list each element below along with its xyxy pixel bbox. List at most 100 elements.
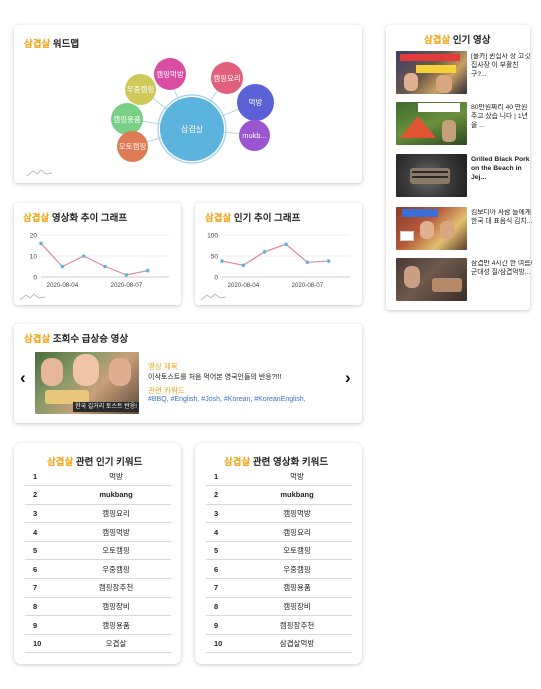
keyword-cell[interactable]: 캠핑먹방 (61, 522, 171, 542)
table-row[interactable]: 10 삼겹살먹방 (206, 634, 352, 654)
table-row[interactable]: 2 mukbang (25, 485, 171, 505)
related-keywords-table: 1 먹방 2 mukbang 3 캠핑요리 4 캠핑먹방 5 오토캠핑 6 우중캠핑 7 캠핑장추천 8 캠핑… (25, 467, 171, 654)
prev-arrow-button[interactable]: ‹ (20, 369, 26, 386)
keyword-cell[interactable]: 캠핑장추천 (242, 615, 352, 635)
rank-number: 6 (206, 559, 242, 580)
video-keywords-table: 1 먹방 2 mukbang 3 캠핑먹방 4 캠핑요리 5 오토캠핑 6 우중캠핑 7 캠핑용품 8 캠핑장… (206, 467, 352, 654)
rank-number: 3 (25, 504, 61, 524)
wordmap-bubble-camping-mukbang[interactable]: 캠핑먹방 (154, 58, 186, 90)
video-trend-data-point (145, 268, 150, 273)
video-thumbnail[interactable] (396, 207, 467, 250)
keyword-cell[interactable]: 캠핑용품 (242, 578, 352, 598)
popular-video-item[interactable]: 삼겹만 4시간 한 여름/군대성 질/삼겹먹방... (396, 258, 532, 302)
table-row[interactable]: 7 캠핑장추천 (25, 578, 171, 598)
wordmap-bubble-camping-gear[interactable]: 캠핑용품 (111, 103, 143, 135)
keyword-cell[interactable]: 캠핑요리 (61, 504, 171, 524)
table-row[interactable]: 8 캠핑장비 (25, 597, 171, 617)
video-trend-data-point (39, 241, 43, 246)
video-thumbnail[interactable] (396, 258, 467, 301)
surge-title-highlight: 삼겹살 (24, 334, 51, 345)
video-title[interactable]: [몰카] 퀸집사 장 고깃집사장 이 부활친구?... (471, 53, 533, 80)
keyword-cell[interactable]: 캠핑요리 (242, 522, 352, 542)
table-row[interactable]: 1 먹방 (206, 467, 352, 487)
wordmap-bubble-mukb[interactable]: mukb... (239, 120, 270, 151)
keyword-cell[interactable]: 오토캠핑 (61, 541, 171, 561)
keyword-cell[interactable]: 캠핑장비 (242, 597, 352, 617)
video-thumbnail[interactable] (396, 51, 467, 94)
table-row[interactable]: 9 캠핑장추천 (206, 615, 352, 635)
wordmap-card: 삼겹살 워드맵 삼겹살 캠핑먹방 우중캠핑 캠핑용품 오토캠핑 캠핑요리 먹방 … (14, 25, 362, 183)
surge-videos-card: 삼겹살 조회수 급상승 영상 ‹ 한국 길거리 토스트 반응! 영상 제목 이삭… (14, 324, 362, 423)
video-trend-ytick-label: 0 (33, 275, 37, 282)
wordmap-center-bubble[interactable]: 삼겹살 (160, 97, 224, 161)
popular-video-item[interactable]: Grilled Black Pork on the Beach in Jej..… (396, 154, 532, 198)
popular-videos-title-highlight: 삼겹살 (424, 35, 451, 46)
video-title[interactable]: 킴보디아 사람 들에게 한국 대 표음식 김치... (471, 209, 533, 227)
table-row[interactable]: 10 오겹살 (25, 634, 171, 654)
table-row[interactable]: 3 캠핑요리 (25, 504, 171, 524)
popular-trend-card: 삼겹살 인기 추이 그래프 0 50 100 2020-08-04 2020-08-07 (195, 203, 362, 305)
rank-number: 9 (206, 615, 242, 635)
keyword-cell[interactable]: 오토캠핑 (242, 541, 352, 561)
video-trend-chart: 0 10 20 2020-08-04 2020-08-07 (30, 233, 169, 289)
rank-number: 5 (206, 541, 242, 561)
popular-trend-ytick-label: 100 (207, 233, 218, 240)
table-row[interactable]: 3 캠핑먹방 (206, 504, 352, 524)
video-title[interactable]: Grilled Black Pork on the Beach in Jej..… (471, 156, 533, 183)
keyword-cell[interactable]: 먹방 (242, 467, 352, 487)
wordmap-bubble-mukbang[interactable]: 먹방 (237, 84, 274, 121)
table-row[interactable]: 2 mukbang (206, 485, 352, 505)
video-trend-data-point (60, 264, 65, 269)
keyword-cell[interactable]: 우중캠핑 (242, 559, 352, 580)
table-row[interactable]: 7 캠핑용품 (206, 578, 352, 598)
keyword-cell[interactable]: mukbang (61, 485, 171, 505)
video-trend-series-line (40, 242, 148, 276)
popular-trend-ytick-label: 0 (214, 275, 218, 282)
video-keywords-title: 삼겹살 관련 영상화 키워드 (224, 454, 328, 468)
keyword-cell[interactable]: 캠핑용품 (61, 615, 171, 635)
next-arrow-button[interactable]: › (345, 369, 351, 386)
video-thumbnail[interactable] (396, 102, 467, 145)
popular-video-item[interactable]: 80만원짜리 40 만원주고 샀습 니다 | 1년을 ... (396, 102, 532, 146)
video-title[interactable]: 80만원짜리 40 만원주고 샀습 니다 | 1년을 ... (471, 104, 533, 131)
video-trend-data-point (81, 254, 86, 258)
popular-trend-data-point (220, 259, 224, 263)
keyword-cell[interactable]: 캠핑장추천 (61, 578, 171, 598)
related-keywords-label: 관련 키워드 (148, 386, 185, 395)
wordmap-bubble-rain-camping[interactable]: 우중캠핑 (125, 74, 156, 105)
popular-trend-series-line (221, 243, 329, 266)
rank-number: 7 (206, 578, 242, 598)
popular-video-item[interactable]: [몰카] 퀸집사 장 고깃집사장 이 부활친구?... (396, 51, 532, 95)
keyword-cell[interactable]: 삼겹살먹방 (242, 634, 352, 654)
popular-video-item[interactable]: 킴보디아 사람 들에게 한국 대 표음식 김치... (396, 207, 532, 251)
table-row[interactable]: 1 먹방 (25, 467, 171, 487)
keyword-cell[interactable]: mukbang (242, 485, 352, 505)
surge-video-title[interactable]: 이삭토스트를 처음 먹어본 영국인들의 반응?!!! (148, 372, 281, 382)
keyword-cell[interactable]: 우중캠핑 (61, 559, 171, 580)
keyword-cell[interactable]: 캠핑먹방 (242, 504, 352, 524)
popular-videos-card: 삼겹살 인기 영상 [몰카] 퀸집사 장 고깃집사장 이 부활친구?... 80… (386, 25, 532, 310)
surge-video-thumbnail[interactable]: 한국 길거리 토스트 반응! (35, 352, 139, 414)
thumb-caption: 한국 길거리 토스트 반응! (73, 402, 139, 412)
table-row[interactable]: 4 캠핑요리 (206, 522, 352, 542)
table-row[interactable]: 5 오토캠핑 (206, 541, 352, 561)
keyword-cell[interactable]: 오겹살 (61, 634, 171, 654)
related-keywords-links[interactable]: #BBQ, #English, #Josh, #Korean, #KoreanE… (148, 396, 306, 403)
table-row[interactable]: 9 캠핑용품 (25, 615, 171, 635)
popular-trend-chart: 0 50 100 2020-08-04 2020-08-07 (207, 233, 350, 289)
table-row[interactable]: 8 캠핑장비 (206, 597, 352, 617)
table-row[interactable]: 4 캠핑먹방 (25, 522, 171, 542)
table-row[interactable]: 6 우중캠핑 (206, 559, 352, 580)
video-title[interactable]: 삼겹만 4시간 한 여름/군대성 질/삼겹먹방... (471, 260, 533, 278)
video-thumbnail[interactable] (396, 154, 467, 197)
line-deco-icon (200, 293, 227, 301)
video-trend-data-point (103, 264, 107, 269)
wordmap-bubble-camping-cooking[interactable]: 캠핑요리 (211, 62, 243, 94)
popular-trend-xtick-label: 2020-08-07 (292, 282, 324, 289)
keyword-cell[interactable]: 먹방 (61, 467, 171, 487)
table-row[interactable]: 5 오토캠핑 (25, 541, 171, 561)
related-keywords-card: 삼겹살 관련 인기 키워드 1 먹방 2 mukbang 3 캠핑요리 4 캠핑먹방 5 오토캠핑… (14, 443, 181, 664)
table-row[interactable]: 6 우중캠핑 (25, 559, 171, 580)
keyword-cell[interactable]: 캠핑장비 (61, 597, 171, 617)
wordmap-bubble-auto-camping[interactable]: 오토캠핑 (117, 131, 148, 162)
